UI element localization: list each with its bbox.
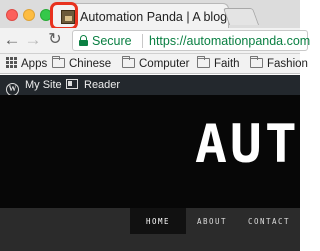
bookmark-label: Fashion xyxy=(267,58,308,70)
site-title[interactable]: AUTO xyxy=(195,115,300,175)
reader-link[interactable]: Reader xyxy=(66,78,120,92)
favicon-highlight-annotation xyxy=(50,2,78,30)
security-label: Secure xyxy=(92,34,132,48)
bookmark-computer[interactable]: Computer xyxy=(122,56,190,71)
apps-grid-icon xyxy=(6,57,17,68)
folder-icon xyxy=(197,56,210,68)
back-button[interactable]: ← xyxy=(3,31,21,49)
nav-contact[interactable]: CONTACT xyxy=(238,208,300,234)
my-site-label: My Site xyxy=(25,79,62,91)
window-minimize-button[interactable] xyxy=(23,9,35,21)
tab-title: Automation Panda | A blog for xyxy=(80,10,230,24)
window-close-button[interactable] xyxy=(6,9,18,21)
tab-strip: Automation Panda | A blog for xyxy=(0,0,300,30)
bookmark-label: Apps xyxy=(21,58,48,70)
reader-icon xyxy=(66,79,78,89)
site-navigation: HOME ABOUT CONTACT xyxy=(0,208,300,251)
reload-button[interactable]: ↻ xyxy=(46,31,64,49)
bookmark-label: Chinese xyxy=(69,58,112,70)
nav-home[interactable]: HOME xyxy=(130,208,186,234)
address-separator xyxy=(142,34,143,48)
browser-toolbar: ← → ↻ Secure https://automationpanda.com xyxy=(0,28,310,54)
bookmark-apps[interactable]: Apps xyxy=(6,57,47,71)
bookmark-label: Faith xyxy=(214,58,240,70)
my-site-link[interactable]: W My Site xyxy=(6,78,62,96)
folder-icon xyxy=(52,56,65,68)
lock-icon xyxy=(79,35,88,46)
bookmark-fashion[interactable]: Fashion xyxy=(250,56,308,71)
bookmark-label: Computer xyxy=(139,58,190,70)
folder-icon xyxy=(250,56,263,68)
wordpress-admin-bar: W My Site Reader xyxy=(0,75,300,96)
bookmarks-bar: Apps Chinese Computer Faith Fashion xyxy=(0,54,308,74)
site-header: AUTO xyxy=(0,95,300,208)
reader-label: Reader xyxy=(84,79,121,91)
bookmark-chinese[interactable]: Chinese xyxy=(52,56,112,71)
bookmark-faith[interactable]: Faith xyxy=(197,56,240,71)
forward-button[interactable]: → xyxy=(24,31,42,49)
folder-icon xyxy=(122,56,135,68)
new-tab-button[interactable] xyxy=(222,8,260,25)
nav-about[interactable]: ABOUT xyxy=(186,208,238,234)
url-text: https://automationpanda.com xyxy=(149,34,311,48)
address-bar[interactable]: Secure https://automationpanda.com xyxy=(72,30,311,51)
